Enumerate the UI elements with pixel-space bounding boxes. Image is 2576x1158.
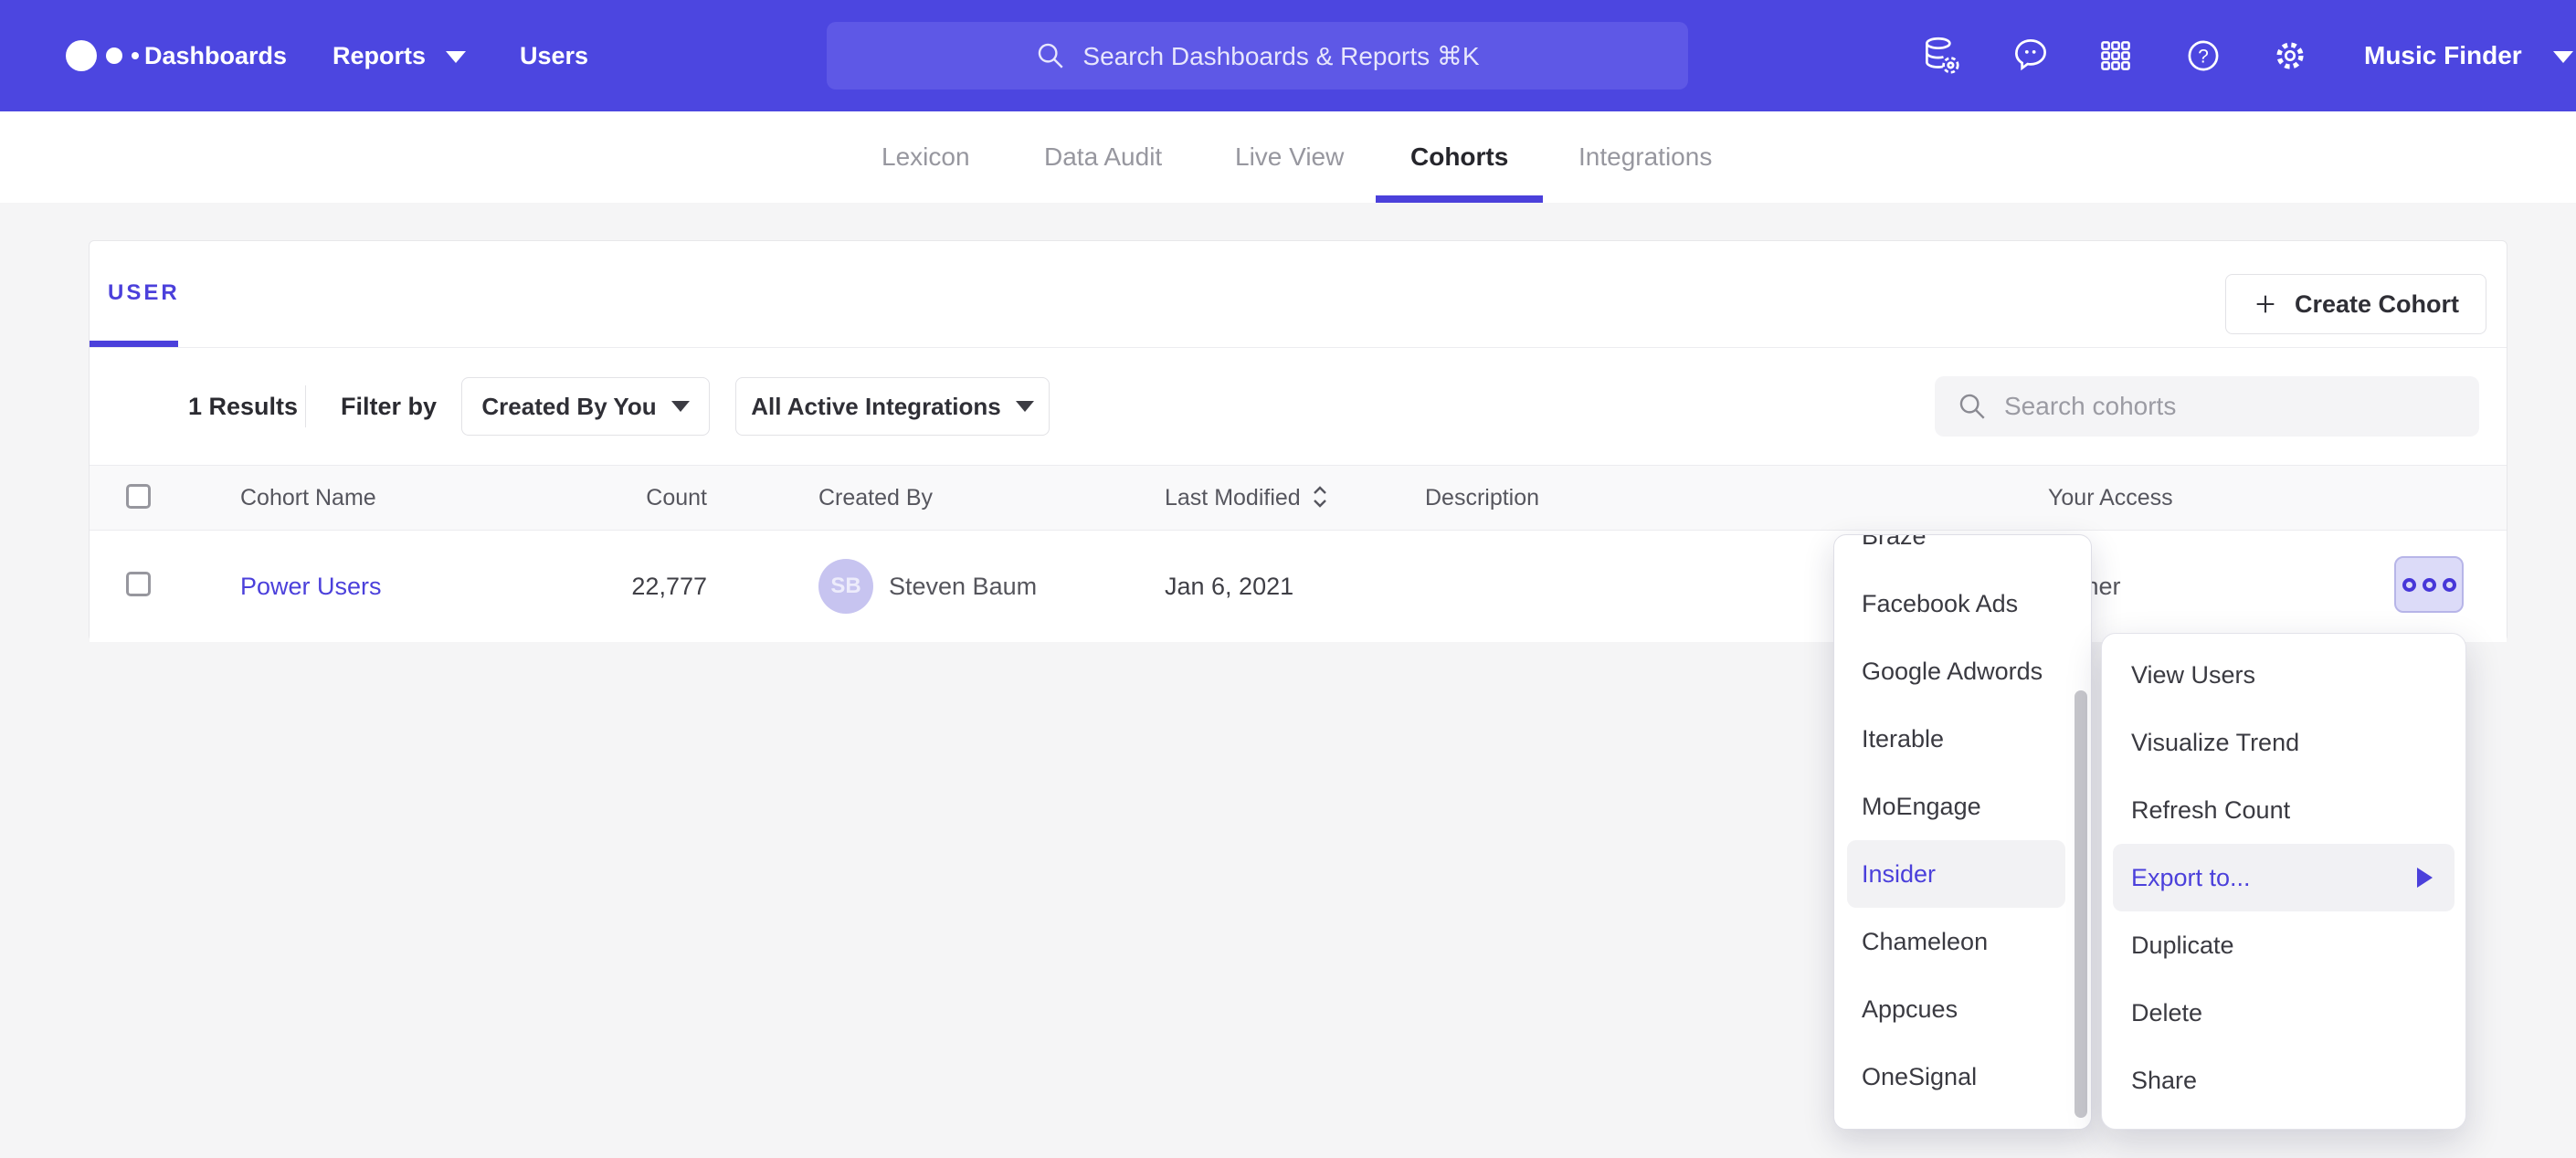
menu-item-visualize-trend[interactable]: Visualize Trend bbox=[2113, 709, 2455, 776]
menu-item-iterable[interactable]: Iterable bbox=[1847, 705, 2065, 773]
cohort-type-tab-user[interactable]: USER bbox=[108, 241, 180, 344]
sort-icon bbox=[1310, 483, 1330, 511]
integrations-filter-value: All Active Integrations bbox=[751, 393, 1001, 421]
section-tabs-bar: Lexicon Data Audit Live View Cohorts Int… bbox=[0, 111, 2576, 203]
chevron-down-icon bbox=[2553, 51, 2573, 63]
created-by-filter-dropdown[interactable]: Created By You bbox=[461, 377, 710, 436]
menu-item-onesignal[interactable]: OneSignal bbox=[1847, 1043, 2065, 1111]
created-by-filter-value: Created By You bbox=[481, 393, 656, 421]
project-name: Music Finder bbox=[2364, 41, 2522, 69]
search-icon bbox=[1957, 391, 1988, 422]
table-header: Cohort Name Count Created By Last Modifi… bbox=[90, 465, 2507, 531]
filter-by-label: Filter by bbox=[341, 348, 437, 465]
search-icon bbox=[1035, 40, 1066, 71]
menu-item-appcues[interactable]: Appcues bbox=[1847, 975, 2065, 1043]
menu-item-insider[interactable]: Insider bbox=[1847, 840, 2065, 908]
data-management-button[interactable] bbox=[1918, 33, 1964, 79]
row-checkbox[interactable] bbox=[126, 572, 151, 596]
submenu-arrow-icon bbox=[2417, 868, 2433, 888]
nav-item-dashboards[interactable]: Dashboards bbox=[144, 0, 287, 111]
cohort-count: 22,777 bbox=[501, 531, 707, 642]
menu-item-facebook-ads[interactable]: Facebook Ads bbox=[1847, 570, 2065, 637]
ellipsis-dot-icon bbox=[2402, 578, 2416, 592]
export-destinations-list: Braze Facebook Ads Google Adwords Iterab… bbox=[1834, 534, 2091, 1111]
plus-icon bbox=[2253, 291, 2278, 317]
chevron-down-icon bbox=[446, 51, 466, 63]
apps-grid-icon bbox=[2093, 33, 2138, 79]
last-modified-date: Jan 6, 2021 bbox=[1165, 531, 1293, 642]
search-cohorts-placeholder: Search cohorts bbox=[2004, 392, 2176, 421]
logo-dot-medium-icon bbox=[106, 47, 122, 64]
menu-item-delete[interactable]: Delete bbox=[2113, 979, 2455, 1047]
brand-logo[interactable] bbox=[66, 0, 139, 111]
active-tab-underline bbox=[90, 341, 178, 347]
menu-item-chameleon[interactable]: Chameleon bbox=[1847, 908, 2065, 975]
tab-lexicon[interactable]: Lexicon bbox=[882, 111, 970, 203]
logo-dot-small-icon bbox=[132, 52, 139, 59]
chevron-down-icon bbox=[671, 401, 690, 412]
avatar: SB bbox=[818, 559, 873, 614]
menu-item-refresh-count[interactable]: Refresh Count bbox=[2113, 776, 2455, 844]
menu-item-google-adwords[interactable]: Google Adwords bbox=[1847, 637, 2065, 705]
cohort-name-link[interactable]: Power Users bbox=[240, 531, 382, 642]
column-header-created-by: Created By bbox=[818, 466, 933, 532]
divider bbox=[305, 385, 306, 427]
tab-cohorts[interactable]: Cohorts bbox=[1376, 111, 1543, 203]
settings-button[interactable] bbox=[2267, 33, 2313, 79]
gear-icon bbox=[2267, 33, 2313, 79]
row-actions-button[interactable] bbox=[2394, 556, 2464, 613]
top-nav: Dashboards Reports Users Search Dashboar… bbox=[0, 0, 2576, 111]
feedback-button[interactable] bbox=[2008, 33, 2053, 79]
menu-item-duplicate[interactable]: Duplicate bbox=[2113, 911, 2455, 979]
tab-live-view[interactable]: Live View bbox=[1235, 111, 1344, 203]
column-header-description: Description bbox=[1425, 466, 1539, 532]
scrollbar-thumb[interactable] bbox=[2075, 690, 2087, 1118]
search-cohorts-input[interactable]: Search cohorts bbox=[1935, 376, 2479, 437]
column-header-your-access: Your Access bbox=[2048, 466, 2173, 532]
menu-item-export-to[interactable]: Export to... bbox=[2113, 844, 2455, 911]
project-switcher[interactable]: Music Finder bbox=[2364, 0, 2573, 111]
cohort-actions-list: View Users Visualize Trend Refresh Count… bbox=[2102, 634, 2465, 1121]
column-header-count: Count bbox=[501, 466, 707, 532]
cohorts-panel: USER Create Cohort 1 Results Filter by C… bbox=[89, 240, 2507, 641]
menu-item-export-to-label: Export to... bbox=[2131, 864, 2251, 891]
menu-item-view-users[interactable]: View Users bbox=[2113, 641, 2455, 709]
menu-item-braze[interactable]: Braze bbox=[1847, 534, 2065, 570]
global-search-placeholder: Search Dashboards & Reports ⌘K bbox=[1082, 41, 1479, 71]
nav-item-reports-label: Reports bbox=[333, 42, 426, 69]
help-button[interactable]: ? bbox=[2180, 33, 2226, 79]
menu-item-share[interactable]: Share bbox=[2113, 1047, 2455, 1114]
cohort-actions-menu: View Users Visualize Trend Refresh Count… bbox=[2101, 633, 2466, 1130]
column-header-cohort-name: Cohort Name bbox=[240, 466, 376, 532]
results-count: 1 Results bbox=[188, 348, 298, 465]
feedback-bubble-icon bbox=[2008, 33, 2053, 79]
global-search-input[interactable]: Search Dashboards & Reports ⌘K bbox=[827, 22, 1688, 89]
menu-item-moengage[interactable]: MoEngage bbox=[1847, 773, 2065, 840]
ellipsis-dot-icon bbox=[2443, 578, 2456, 592]
chevron-down-icon bbox=[1016, 401, 1034, 412]
column-header-last-modified-label: Last Modified bbox=[1165, 485, 1301, 511]
select-all-checkbox[interactable] bbox=[126, 484, 151, 509]
integrations-filter-dropdown[interactable]: All Active Integrations bbox=[735, 377, 1050, 436]
export-destinations-menu: Braze Facebook Ads Google Adwords Iterab… bbox=[1833, 534, 2092, 1130]
table-row: Power Users 22,777 SB Steven Baum Jan 6,… bbox=[90, 531, 2507, 642]
create-cohort-label: Create Cohort bbox=[2295, 290, 2459, 319]
ellipsis-dot-icon bbox=[2423, 578, 2436, 592]
logo-dot-large-icon bbox=[66, 40, 97, 71]
created-by-name: Steven Baum bbox=[889, 531, 1037, 642]
database-gear-icon bbox=[1918, 33, 1964, 79]
column-header-last-modified[interactable]: Last Modified bbox=[1165, 466, 1330, 532]
help-icon: ? bbox=[2180, 33, 2226, 79]
apps-grid-button[interactable] bbox=[2093, 33, 2138, 79]
divider bbox=[90, 347, 2507, 348]
create-cohort-button[interactable]: Create Cohort bbox=[2225, 274, 2486, 334]
svg-text:?: ? bbox=[2198, 46, 2209, 67]
tab-integrations[interactable]: Integrations bbox=[1578, 111, 1712, 203]
nav-item-users[interactable]: Users bbox=[520, 0, 588, 111]
nav-item-reports[interactable]: Reports bbox=[333, 0, 466, 111]
tab-data-audit[interactable]: Data Audit bbox=[1044, 111, 1162, 203]
